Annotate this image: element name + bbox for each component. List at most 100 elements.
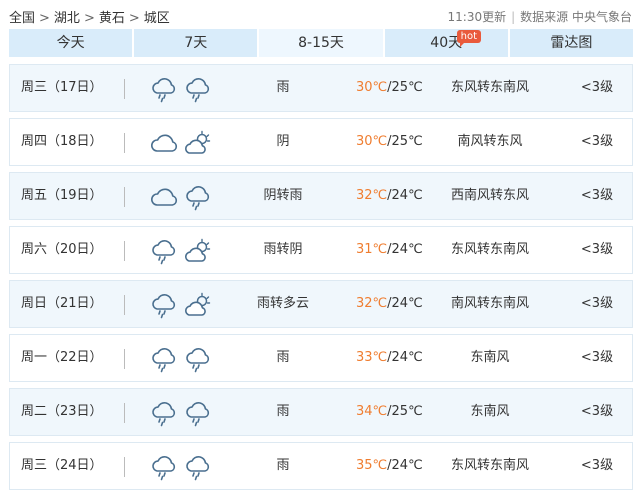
wind-direction: 东南风 bbox=[470, 350, 510, 365]
temperature-low: /25℃ bbox=[387, 404, 423, 419]
temperature-high: 34℃ bbox=[356, 404, 388, 419]
wind-direction: 南风转东风 bbox=[457, 134, 523, 149]
wind-level: <3级 bbox=[580, 188, 614, 203]
wind-level: <3级 bbox=[580, 458, 614, 473]
forecast-row: 周二（23日） 雨 34℃/25℃ 东南风 <3级 bbox=[9, 388, 633, 436]
rain-icon bbox=[149, 344, 179, 374]
temperature-high: 31℃ bbox=[356, 242, 388, 257]
temperature: 30℃/25℃ bbox=[356, 65, 423, 111]
forecast-row: 周一（22日） 雨 33℃/24℃ 东南风 <3级 bbox=[9, 334, 633, 382]
forecast-day: 周五（19日） bbox=[21, 188, 103, 203]
divider bbox=[124, 79, 125, 99]
tab-label: 今天 bbox=[56, 35, 85, 51]
wind-level: <3级 bbox=[580, 80, 614, 95]
tab-radar[interactable]: 雷达图 bbox=[509, 29, 634, 57]
rain-icon bbox=[183, 452, 213, 482]
weather-icons bbox=[149, 452, 213, 482]
forecast-day: 周二（23日） bbox=[21, 404, 103, 419]
temperature-low: /24℃ bbox=[387, 242, 423, 257]
weather-condition: 雨 bbox=[276, 350, 290, 365]
breadcrumb-item-city[interactable]: 黄石 bbox=[99, 7, 125, 26]
wind-direction: 东风转东南风 bbox=[450, 458, 529, 473]
weather-condition: 雨转阴 bbox=[263, 242, 303, 257]
divider: | bbox=[511, 10, 516, 24]
breadcrumb-item-province[interactable]: 湖北 bbox=[54, 7, 80, 26]
partly-cloudy-icon bbox=[183, 290, 213, 320]
rain-icon bbox=[183, 398, 213, 428]
forecast-row: 周四（18日） 阴 30℃/25℃ 南风转东风 <3级 bbox=[9, 118, 633, 166]
forecast-day: 周日（21日） bbox=[21, 296, 103, 311]
weather-condition: 雨 bbox=[276, 458, 290, 473]
rain-icon bbox=[149, 236, 179, 266]
forecast-day: 周三（17日） bbox=[21, 80, 103, 95]
update-info: 11:30更新 | 数据来源 中央气象台 bbox=[448, 8, 632, 25]
wind-level: <3级 bbox=[580, 350, 614, 365]
partly-cloudy-icon bbox=[183, 236, 213, 266]
weather-icons bbox=[149, 128, 213, 158]
forecast-day: 周四（18日） bbox=[21, 134, 103, 149]
forecast-row: 周五（19日） 阴转雨 32℃/24℃ 西南风转东风 <3级 bbox=[9, 172, 633, 220]
temperature-low: /24℃ bbox=[387, 458, 423, 473]
divider bbox=[124, 133, 125, 153]
forecast-list: 周三（17日）雨 30℃/25℃ 东风转东南风 <3级 周四（18日）阴 30℃/25℃ 南… bbox=[9, 64, 633, 496]
divider bbox=[124, 241, 125, 261]
breadcrumb-item-country[interactable]: 全国 bbox=[9, 7, 35, 26]
wind-direction: 东风转东南风 bbox=[450, 242, 529, 257]
weather-condition: 雨 bbox=[276, 404, 290, 419]
temperature-high: 35℃ bbox=[356, 458, 388, 473]
forecast-row: 周六（20日） 雨转阴 31℃/24℃ 东风转东南风 <3级 bbox=[9, 226, 633, 274]
temperature-low: /24℃ bbox=[387, 188, 423, 203]
wind-direction: 西南风转东风 bbox=[450, 188, 529, 203]
tab-today[interactable]: 今天 bbox=[9, 29, 133, 57]
tab-label: 雷达图 bbox=[550, 35, 593, 51]
divider bbox=[124, 295, 125, 315]
weather-condition: 阴 bbox=[276, 134, 290, 149]
tab-7-days[interactable]: 7天 bbox=[134, 29, 258, 57]
weather-icons bbox=[149, 182, 213, 212]
wind-direction: 南风转东南风 bbox=[450, 296, 529, 311]
temperature: 32℃/24℃ bbox=[356, 281, 423, 327]
rain-icon bbox=[149, 452, 179, 482]
temperature: 30℃/25℃ bbox=[356, 119, 423, 165]
update-time: 11:30更新 bbox=[447, 10, 507, 24]
wind-level: <3级 bbox=[580, 296, 614, 311]
tab-label: 7天 bbox=[184, 35, 208, 51]
temperature-high: 32℃ bbox=[356, 296, 388, 311]
wind-level: <3级 bbox=[580, 242, 614, 257]
forecast-day: 周一（22日） bbox=[21, 350, 103, 365]
tab-label: 8-15天 bbox=[298, 35, 344, 51]
temperature-high: 32℃ bbox=[356, 188, 388, 203]
temperature-high: 30℃ bbox=[356, 80, 388, 95]
temperature-high: 33℃ bbox=[356, 350, 388, 365]
weather-condition: 雨 bbox=[276, 80, 290, 95]
rain-icon bbox=[149, 290, 179, 320]
divider bbox=[124, 403, 125, 423]
temperature: 32℃/24℃ bbox=[356, 173, 423, 219]
overcast-icon bbox=[149, 128, 179, 158]
data-source: 数据来源 中央气象台 bbox=[520, 10, 632, 24]
temperature-low: /24℃ bbox=[387, 296, 423, 311]
temperature: 31℃/24℃ bbox=[356, 227, 423, 273]
tab-40-days[interactable]: 40天 hot bbox=[384, 29, 508, 57]
weather-icons bbox=[149, 344, 213, 374]
breadcrumb: 全国 > 湖北 > 黄石 > 城区 bbox=[9, 7, 170, 26]
overcast-icon bbox=[149, 182, 179, 212]
weather-icons bbox=[149, 398, 213, 428]
wind-direction: 东风转东南风 bbox=[450, 80, 529, 95]
divider bbox=[124, 187, 125, 207]
weather-icons bbox=[149, 236, 213, 266]
weather-condition: 阴转雨 bbox=[263, 188, 303, 203]
breadcrumb-item-district: 城区 bbox=[143, 11, 170, 26]
temperature-high: 30℃ bbox=[356, 134, 388, 149]
partly-cloudy-icon bbox=[183, 128, 213, 158]
forecast-tabs: 今天 7天 8-15天 40天 hot 雷达图 bbox=[9, 29, 634, 57]
divider bbox=[124, 457, 125, 477]
forecast-row: 周日（21日） 雨转多云 32℃/24℃ 南风转东南风 <3级 bbox=[9, 280, 633, 328]
breadcrumb-separator: > bbox=[83, 11, 95, 26]
tab-8-15-days[interactable]: 8-15天 bbox=[259, 29, 383, 57]
rain-icon bbox=[183, 344, 213, 374]
wind-level: <3级 bbox=[580, 134, 614, 149]
wind-level: <3级 bbox=[580, 404, 614, 419]
forecast-day: 周三（24日） bbox=[21, 458, 103, 473]
weather-icons bbox=[149, 74, 213, 104]
